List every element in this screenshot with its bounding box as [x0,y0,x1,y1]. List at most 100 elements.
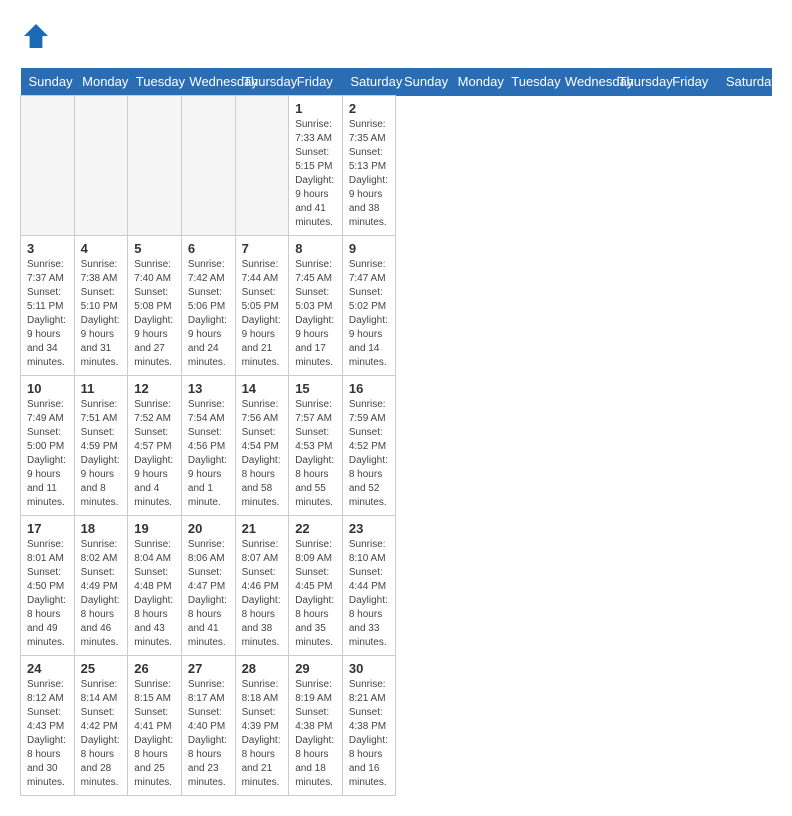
day-info: Sunrise: 7:51 AM Sunset: 4:59 PM Dayligh… [81,398,122,510]
day-number: 23 [349,521,390,536]
day-number: 14 [242,381,283,396]
day-number: 22 [295,521,336,536]
calendar-day-11: 11 Sunrise: 7:51 AM Sunset: 4:59 PM Dayli… [74,376,128,516]
day-number: 19 [134,521,175,536]
day-info: Sunrise: 8:12 AM Sunset: 4:43 PM Dayligh… [27,678,68,790]
day-header-friday: Friday [289,68,343,96]
day-info: Sunrise: 8:17 AM Sunset: 4:40 PM Dayligh… [188,678,229,790]
calendar-week-2: 3 Sunrise: 7:37 AM Sunset: 5:11 PM Daylig… [21,236,772,376]
calendar-day-27: 27 Sunrise: 8:17 AM Sunset: 4:40 PM Dayli… [181,656,235,796]
day-info: Sunrise: 8:10 AM Sunset: 4:44 PM Dayligh… [349,538,390,650]
calendar-day-23: 23 Sunrise: 8:10 AM Sunset: 4:44 PM Dayli… [342,516,396,656]
day-number: 30 [349,661,390,676]
calendar-day-15: 15 Sunrise: 7:57 AM Sunset: 4:53 PM Dayli… [289,376,343,516]
day-info: Sunrise: 8:18 AM Sunset: 4:39 PM Dayligh… [242,678,283,790]
page-header [20,20,772,52]
day-number: 18 [81,521,122,536]
calendar-day-17: 17Sunrise: 8:01 AM Sunset: 4:50 PM Dayli… [21,516,75,656]
day-number: 15 [295,381,336,396]
day-info: Sunrise: 7:40 AM Sunset: 5:08 PM Dayligh… [134,258,175,370]
day-number: 2 [349,101,390,116]
calendar-day-21: 21 Sunrise: 8:07 AM Sunset: 4:46 PM Dayli… [235,516,289,656]
calendar-empty-cell [21,96,75,236]
day-info: Sunrise: 8:09 AM Sunset: 4:45 PM Dayligh… [295,538,336,650]
calendar-day-6: 6Sunrise: 7:42 AM Sunset: 5:06 PM Daylig… [181,236,235,376]
day-header-thursday: Thursday [235,68,289,96]
calendar-day-7: 7Sunrise: 7:44 AM Sunset: 5:05 PM Daylig… [235,236,289,376]
day-info: Sunrise: 8:04 AM Sunset: 4:48 PM Dayligh… [134,538,175,650]
day-number: 29 [295,661,336,676]
calendar-day-12: 12Sunrise: 7:52 AM Sunset: 4:57 PM Dayli… [128,376,182,516]
day-info: Sunrise: 7:57 AM Sunset: 4:53 PM Dayligh… [295,398,336,510]
day-info: Sunrise: 8:15 AM Sunset: 4:41 PM Dayligh… [134,678,175,790]
calendar-day-2: 2 Sunrise: 7:35 AM Sunset: 5:13 PM Daylig… [342,96,396,236]
calendar-day-5: 5 Sunrise: 7:40 AM Sunset: 5:08 PM Daylig… [128,236,182,376]
day-number: 12 [134,381,175,396]
calendar-day-3: 3 Sunrise: 7:37 AM Sunset: 5:11 PM Daylig… [21,236,75,376]
calendar-day-29: 29 Sunrise: 8:19 AM Sunset: 4:38 PM Dayli… [289,656,343,796]
day-header-wednesday: Wednesday [181,68,235,96]
day-number: 3 [27,241,68,256]
day-info: Sunrise: 8:06 AM Sunset: 4:47 PM Dayligh… [188,538,229,650]
day-info: Sunrise: 8:07 AM Sunset: 4:46 PM Dayligh… [242,538,283,650]
calendar-day-28: 28 Sunrise: 8:18 AM Sunset: 4:39 PM Dayli… [235,656,289,796]
day-info: Sunrise: 7:49 AM Sunset: 5:00 PM Dayligh… [27,398,68,510]
calendar-day-19: 19 Sunrise: 8:04 AM Sunset: 4:48 PM Dayli… [128,516,182,656]
calendar-day-8: 8 Sunrise: 7:45 AM Sunset: 5:03 PM Daylig… [289,236,343,376]
calendar-day-20: 20Sunrise: 8:06 AM Sunset: 4:47 PM Dayli… [181,516,235,656]
calendar-day-9: 9 Sunrise: 7:47 AM Sunset: 5:02 PM Daylig… [342,236,396,376]
calendar-week-4: 17Sunrise: 8:01 AM Sunset: 4:50 PM Dayli… [21,516,772,656]
calendar-day-26: 26 Sunrise: 8:15 AM Sunset: 4:41 PM Dayli… [128,656,182,796]
day-info: Sunrise: 8:21 AM Sunset: 4:38 PM Dayligh… [349,678,390,790]
day-header-sunday: Sunday [21,68,75,96]
calendar-week-1: 1Sunrise: 7:33 AM Sunset: 5:15 PM Daylig… [21,96,772,236]
day-info: Sunrise: 7:45 AM Sunset: 5:03 PM Dayligh… [295,258,336,370]
day-info: Sunrise: 8:02 AM Sunset: 4:49 PM Dayligh… [81,538,122,650]
day-info: Sunrise: 8:01 AM Sunset: 4:50 PM Dayligh… [27,538,68,650]
calendar-day-16: 16Sunrise: 7:59 AM Sunset: 4:52 PM Dayli… [342,376,396,516]
calendar-week-3: 10 Sunrise: 7:49 AM Sunset: 5:00 PM Dayli… [21,376,772,516]
day-header-tuesday: Tuesday [128,68,182,96]
day-header-sunday: Sunday [396,68,450,96]
calendar-day-22: 22 Sunrise: 8:09 AM Sunset: 4:45 PM Dayli… [289,516,343,656]
logo[interactable] [20,20,56,52]
day-number: 1 [295,101,336,116]
day-info: Sunrise: 8:19 AM Sunset: 4:38 PM Dayligh… [295,678,336,790]
calendar-day-14: 14 Sunrise: 7:56 AM Sunset: 4:54 PM Dayli… [235,376,289,516]
calendar-day-30: 30 Sunrise: 8:21 AM Sunset: 4:38 PM Dayli… [342,656,396,796]
day-info: Sunrise: 7:35 AM Sunset: 5:13 PM Dayligh… [349,118,390,230]
day-header-monday: Monday [450,68,504,96]
day-header-saturday: Saturday [718,68,772,96]
day-header-thursday: Thursday [611,68,665,96]
day-number: 21 [242,521,283,536]
calendar-empty-cell [235,96,289,236]
day-number: 13 [188,381,229,396]
day-number: 24 [27,661,68,676]
day-number: 9 [349,241,390,256]
day-number: 11 [81,381,122,396]
day-number: 5 [134,241,175,256]
day-info: Sunrise: 7:37 AM Sunset: 5:11 PM Dayligh… [27,258,68,370]
day-info: Sunrise: 7:59 AM Sunset: 4:52 PM Dayligh… [349,398,390,510]
calendar-day-13: 13Sunrise: 7:54 AM Sunset: 4:56 PM Dayli… [181,376,235,516]
day-header-saturday: Saturday [342,68,396,96]
day-number: 10 [27,381,68,396]
day-number: 25 [81,661,122,676]
day-header-tuesday: Tuesday [503,68,557,96]
calendar-empty-cell [128,96,182,236]
day-info: Sunrise: 8:14 AM Sunset: 4:42 PM Dayligh… [81,678,122,790]
calendar-table: SundayMondayTuesdayWednesdayThursdayFrid… [20,68,772,796]
day-number: 28 [242,661,283,676]
day-number: 7 [242,241,283,256]
day-header-friday: Friday [664,68,718,96]
day-info: Sunrise: 7:47 AM Sunset: 5:02 PM Dayligh… [349,258,390,370]
day-number: 8 [295,241,336,256]
day-info: Sunrise: 7:56 AM Sunset: 4:54 PM Dayligh… [242,398,283,510]
day-number: 26 [134,661,175,676]
day-info: Sunrise: 7:38 AM Sunset: 5:10 PM Dayligh… [81,258,122,370]
calendar-day-4: 4 Sunrise: 7:38 AM Sunset: 5:10 PM Daylig… [74,236,128,376]
day-number: 4 [81,241,122,256]
calendar-day-25: 25 Sunrise: 8:14 AM Sunset: 4:42 PM Dayli… [74,656,128,796]
day-number: 27 [188,661,229,676]
calendar-header-row: SundayMondayTuesdayWednesdayThursdayFrid… [21,68,772,96]
